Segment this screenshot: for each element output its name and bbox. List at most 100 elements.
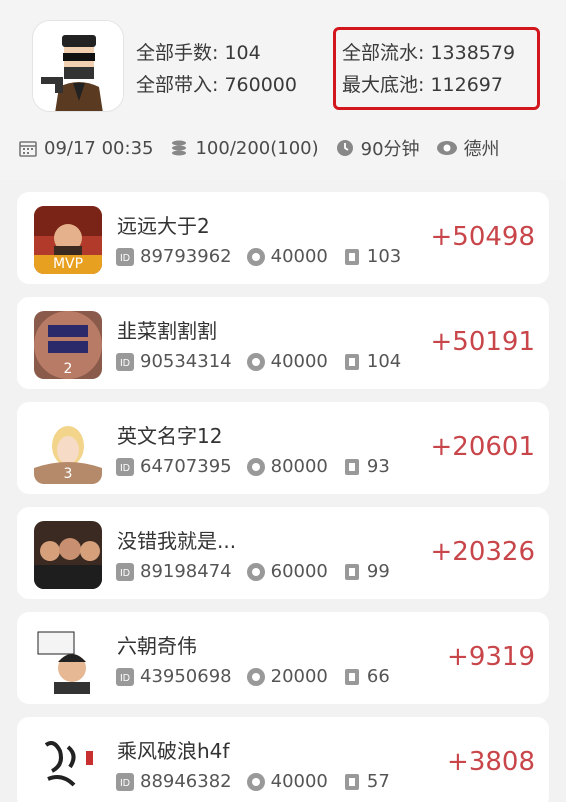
player-meta: ID 64707395 80000 93 xyxy=(115,456,404,477)
players-text: 100/200(100) xyxy=(195,137,319,159)
player-hands-text: 66 xyxy=(366,666,390,687)
chip-icon xyxy=(246,667,265,686)
id-icon: ID xyxy=(116,352,134,371)
card-icon xyxy=(344,248,359,265)
player-name: 韭菜割割割 xyxy=(117,319,217,343)
card-icon xyxy=(344,563,359,580)
rank-badge: 3 xyxy=(63,466,73,482)
player-result: +20326 xyxy=(430,537,536,567)
player-hands: 99 xyxy=(342,561,390,582)
player-hands-text: 103 xyxy=(366,246,402,267)
player-card[interactable]: 3 英文名字12 ID 64707395 80000 93 +20601 xyxy=(17,402,549,494)
calligraphy-avatar-icon xyxy=(34,731,102,799)
player-meta: ID 89793962 40000 103 xyxy=(115,246,415,267)
chip-icon xyxy=(246,772,265,791)
player-avatar[interactable]: 2 xyxy=(34,311,102,379)
svg-text:ID: ID xyxy=(120,778,130,789)
chips-stack-icon xyxy=(172,140,187,156)
player-id-text: 90534314 xyxy=(140,351,232,372)
rank-badge: 2 xyxy=(63,361,73,377)
player-name: 没错我就是... xyxy=(117,529,237,553)
id-icon: ID xyxy=(116,772,134,791)
player-avatar[interactable]: MVP xyxy=(34,206,102,274)
player-buyin: 80000 xyxy=(246,456,328,477)
player-id: ID 64707395 xyxy=(115,456,232,477)
player-result: +20601 xyxy=(430,432,536,462)
player-id: ID 43950698 xyxy=(115,666,232,687)
player-name: 六朝奇伟 xyxy=(117,634,197,658)
player-hands-text: 57 xyxy=(366,771,390,792)
total-flow: 全部流水: 1338579 xyxy=(342,42,516,64)
agent-avatar-icon xyxy=(33,21,123,111)
player-result: +3808 xyxy=(447,747,535,777)
svg-text:ID: ID xyxy=(120,463,130,474)
player-avatar[interactable] xyxy=(34,521,102,589)
player-meta: ID 88946382 40000 57 xyxy=(115,771,404,792)
player-result: +50498 xyxy=(430,222,536,252)
player-buyin-text: 40000 xyxy=(270,246,328,267)
player-hands: 93 xyxy=(342,456,390,477)
player-avatar[interactable]: 3 xyxy=(34,416,102,484)
datetime-info: 09/17 00:35 xyxy=(18,138,153,159)
player-id-text: 89198474 xyxy=(140,561,232,582)
player-card[interactable]: 没错我就是... ID 89198474 60000 99 +20326 xyxy=(17,507,549,599)
player-card[interactable]: 2 韭菜割割割 ID 90534314 40000 104 +50191 xyxy=(17,297,549,389)
player-id-text: 89793962 xyxy=(140,246,232,267)
player-meta: ID 90534314 40000 104 xyxy=(115,351,415,372)
eye-icon xyxy=(436,141,457,155)
player-hands: 104 xyxy=(342,351,401,372)
card-icon xyxy=(344,668,359,685)
id-icon: ID xyxy=(116,247,134,266)
player-meta: ID 89198474 60000 99 xyxy=(115,561,404,582)
player-buyin: 60000 xyxy=(246,561,328,582)
id-icon: ID xyxy=(116,667,134,686)
chip-icon xyxy=(246,562,265,581)
player-hands-text: 104 xyxy=(366,351,402,372)
movie-still-avatar-icon xyxy=(34,521,102,589)
player-avatar[interactable] xyxy=(34,731,102,799)
game-type-text: 德州 xyxy=(463,139,500,160)
player-buyin: 40000 xyxy=(246,246,328,267)
card-icon xyxy=(344,458,359,475)
player-buyin-text: 80000 xyxy=(270,456,328,477)
player-id: ID 90534314 xyxy=(115,351,232,372)
player-name: 英文名字12 xyxy=(117,424,223,448)
player-id: ID 89198474 xyxy=(115,561,232,582)
player-hands: 103 xyxy=(342,246,401,267)
chip-icon xyxy=(246,457,265,476)
player-card[interactable]: MVP 远远大于2 ID 89793962 40000 103 +50498 xyxy=(17,192,549,284)
max-pot: 最大底池: 112697 xyxy=(342,74,503,96)
chip-icon xyxy=(246,247,265,266)
player-hands: 66 xyxy=(342,666,390,687)
player-meta: ID 43950698 20000 66 xyxy=(115,666,404,687)
svg-text:ID: ID xyxy=(120,358,130,369)
player-id-text: 64707395 xyxy=(140,456,232,477)
player-id-text: 43950698 xyxy=(140,666,232,687)
card-icon xyxy=(344,353,359,370)
chip-icon xyxy=(246,352,265,371)
duration-info: 90分钟 xyxy=(335,135,420,161)
player-avatar[interactable] xyxy=(34,626,102,694)
player-hands-text: 99 xyxy=(366,561,390,582)
player-result: +50191 xyxy=(430,327,536,357)
duration-text: 90分钟 xyxy=(360,139,420,160)
host-avatar[interactable] xyxy=(32,20,124,112)
player-card[interactable]: 乘风破浪h4f ID 88946382 40000 57 +3808 xyxy=(17,717,549,802)
player-hands: 57 xyxy=(342,771,390,792)
id-icon: ID xyxy=(116,562,134,581)
mvp-badge: MVP xyxy=(34,255,102,274)
player-hands-text: 93 xyxy=(366,456,390,477)
svg-text:ID: ID xyxy=(120,253,130,264)
clock-icon xyxy=(336,140,353,156)
game-type-info: 德州 xyxy=(436,135,500,161)
total-hands: 全部手数: 104 xyxy=(136,42,261,64)
id-icon: ID xyxy=(116,457,134,476)
game-info-row: 09/17 00:35 100/200(100) 90分钟 德州 xyxy=(18,134,516,162)
player-id-text: 88946382 xyxy=(140,771,232,792)
player-buyin: 20000 xyxy=(246,666,328,687)
svg-text:ID: ID xyxy=(120,673,130,684)
player-buyin-text: 60000 xyxy=(270,561,328,582)
player-result: +9319 xyxy=(447,642,535,672)
player-id: ID 89793962 xyxy=(115,246,232,267)
player-card[interactable]: 六朝奇伟 ID 43950698 20000 66 +9319 xyxy=(17,612,549,704)
